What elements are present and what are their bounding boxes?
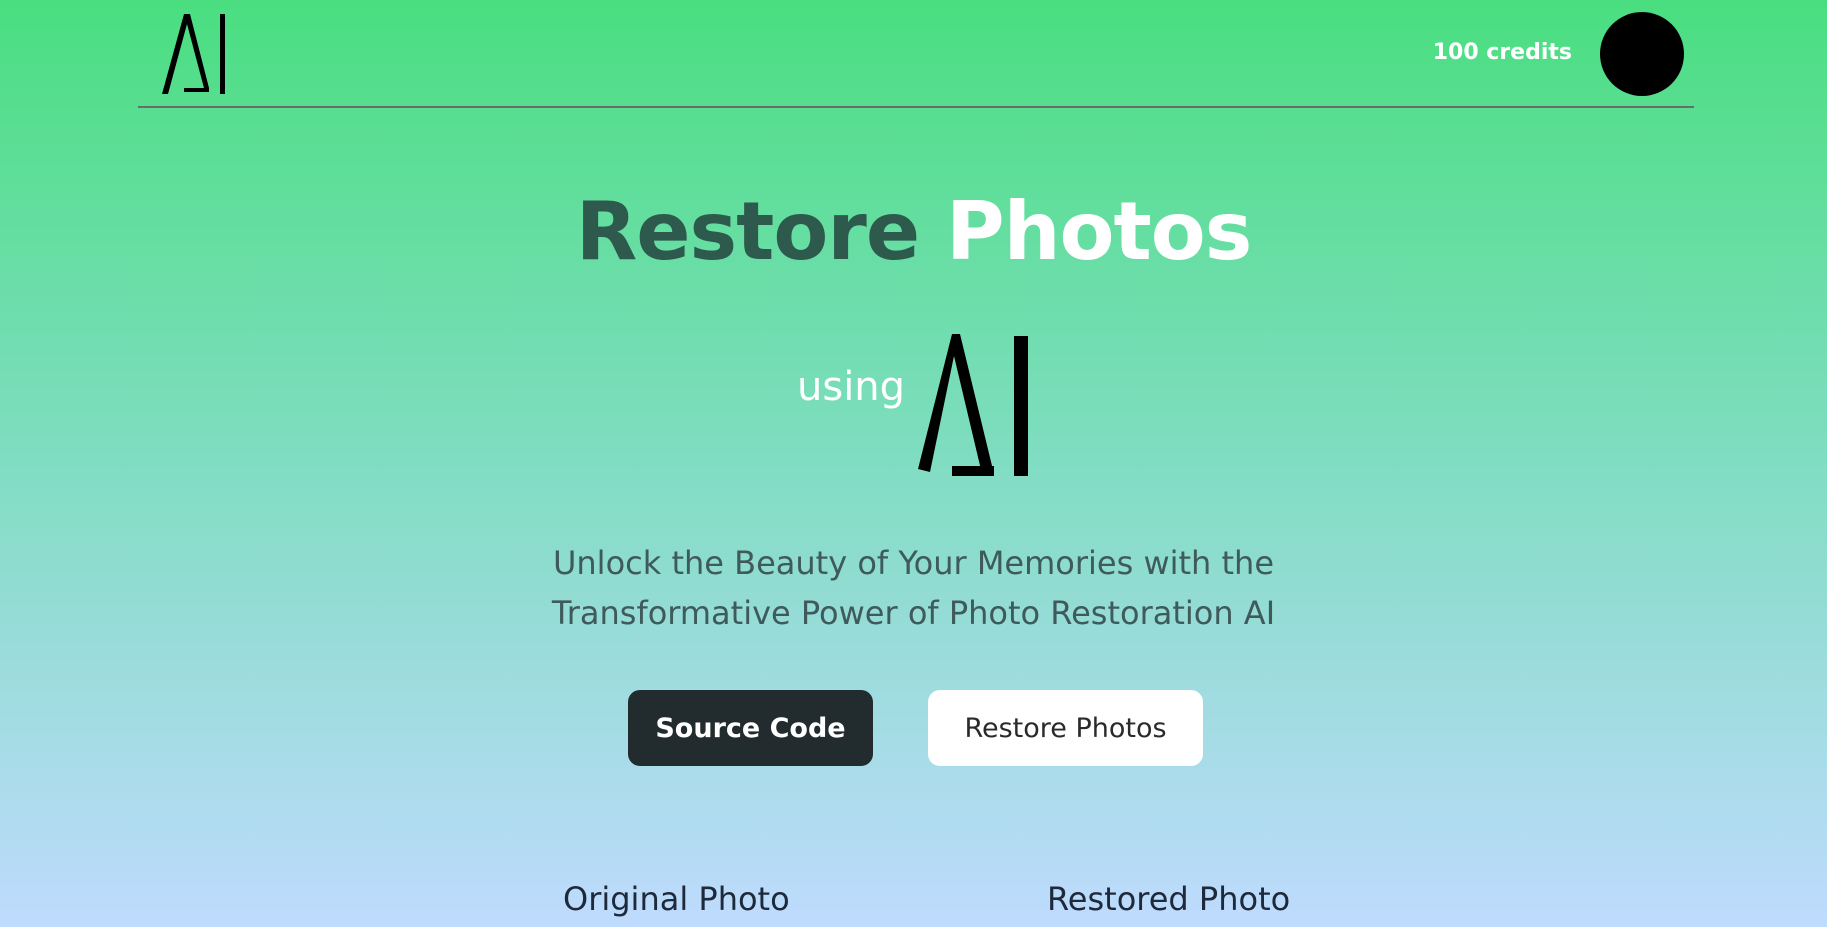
using-ai-row: using — [0, 334, 1827, 476]
ai-logo-icon[interactable] — [160, 12, 236, 96]
hero-subtitle-line2: Transformative Power of Photo Restoratio… — [551, 594, 1276, 632]
ai-logo-icon — [918, 334, 1028, 476]
hero-title-photos: Photos — [945, 185, 1252, 278]
hero-subtitle: Unlock the Beauty of Your Memories with … — [0, 538, 1827, 638]
hero-title: Restore Photos — [0, 185, 1827, 278]
user-avatar[interactable] — [1600, 12, 1684, 96]
restored-photo-label: Restored Photo — [1047, 880, 1291, 918]
hero-subtitle-line1: Unlock the Beauty of Your Memories with … — [552, 544, 1275, 582]
original-photo-label: Original Photo — [563, 880, 790, 918]
using-text: using — [797, 364, 906, 410]
hero-title-restore: Restore — [575, 185, 920, 278]
credits-counter: 100 credits — [1432, 40, 1572, 65]
source-code-button[interactable]: Source Code — [628, 690, 873, 766]
top-navbar: 100 credits — [138, 0, 1694, 108]
restore-photos-button[interactable]: Restore Photos — [928, 690, 1203, 766]
